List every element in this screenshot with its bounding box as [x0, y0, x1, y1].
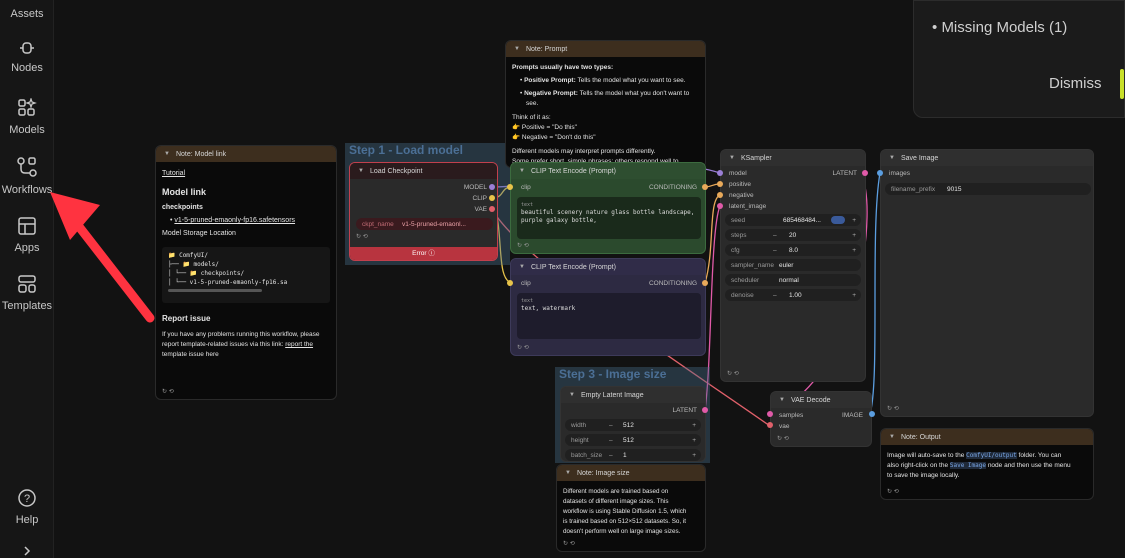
red-arrow-annotation: [50, 192, 155, 323]
app-window: Assets Nodes Models Workflows Apps Templ…: [0, 0, 1125, 558]
